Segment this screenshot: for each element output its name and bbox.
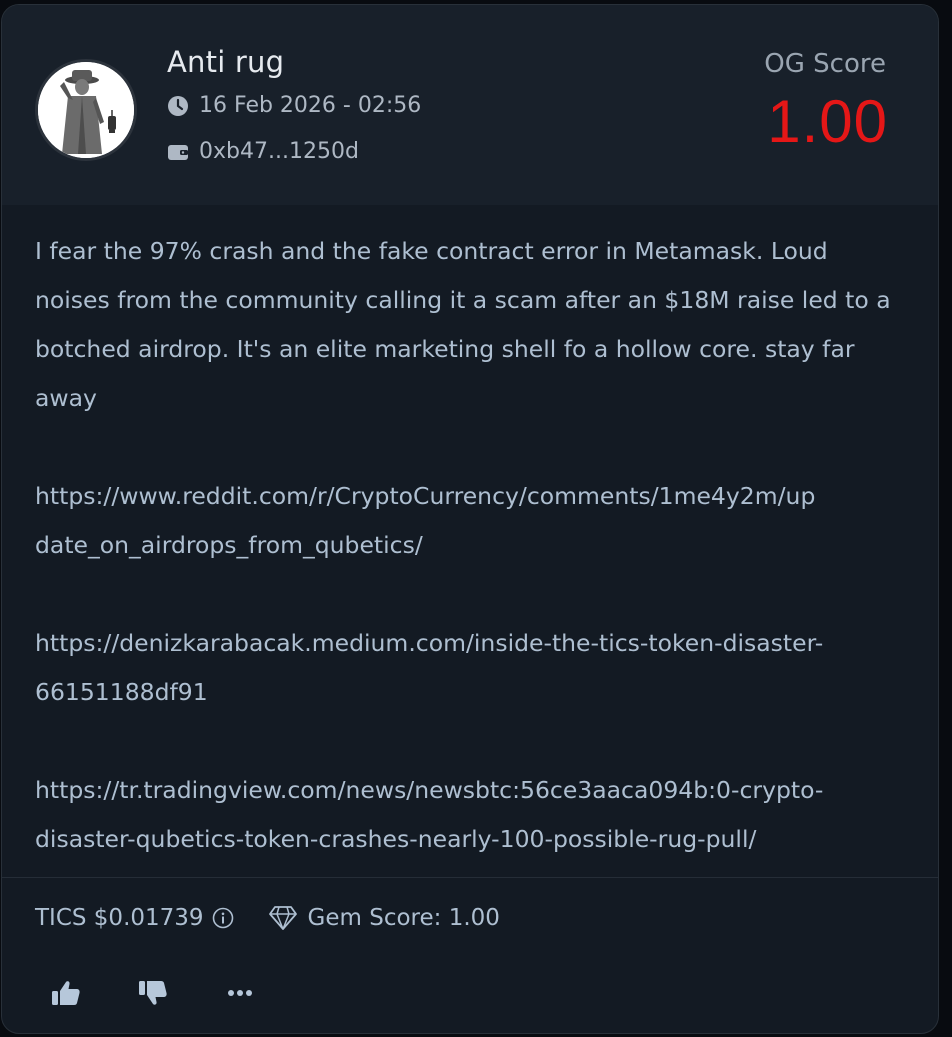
dislike-button[interactable] [137,977,169,1009]
post-paragraph: I fear the 97% crash and the fake contra… [35,237,891,412]
link-reddit-line1[interactable]: https://www.reddit.com/r/CryptoCurrency/… [35,482,815,510]
gem-icon [268,905,298,931]
clock-icon [167,95,189,117]
post-date-row: 16 Feb 2026 - 02:56 [167,93,421,118]
og-score-label: OG Score [764,49,886,79]
link-tradingview-line2[interactable]: disaster-qubetics-token-crashes-nearly-1… [35,825,756,853]
post-header: Anti rug 16 Feb 2026 - 02:56 0xb47...125… [2,5,938,205]
avatar-figure-icon [38,62,134,158]
wallet-row: 0xb47...1250d [167,139,359,164]
post-body: I fear the 97% crash and the fake contra… [35,227,905,864]
link-medium[interactable]: https://denizkarabacak.medium.com/inside… [35,619,905,717]
link-reddit-line2[interactable]: date_on_airdrops_from_qubetics/ [35,531,423,559]
more-button[interactable] [224,977,256,1009]
post-date: 16 Feb 2026 - 02:56 [199,93,422,118]
avatar[interactable] [35,59,137,161]
thumbs-down-icon [139,981,167,1005]
og-score-value: 1.00 [767,88,888,155]
link-medium-line1[interactable]: https://denizkarabacak.medium.com/inside… [35,629,823,657]
author-name[interactable]: Anti rug [167,45,284,79]
link-reddit[interactable]: https://www.reddit.com/r/CryptoCurrency/… [35,472,905,570]
link-tradingview[interactable]: https://tr.tradingview.com/news/newsbtc:… [35,766,905,864]
post-actions [50,977,311,1009]
wallet-address[interactable]: 0xb47...1250d [199,139,359,164]
wallet-icon [167,141,189,163]
post-card: Anti rug 16 Feb 2026 - 02:56 0xb47...125… [1,4,939,1034]
more-icon [228,990,252,996]
token-info-row: TICS $0.01739 Gem Score: 1.00 [35,898,500,938]
like-button[interactable] [50,977,82,1009]
link-tradingview-line1[interactable]: https://tr.tradingview.com/news/newsbtc:… [35,776,823,804]
link-medium-line2[interactable]: 66151188df91 [35,678,208,706]
token-price[interactable]: TICS $0.01739 [35,905,204,931]
footer-divider [2,877,938,878]
info-icon[interactable] [212,907,234,929]
thumbs-up-icon [52,981,80,1005]
gem-score: Gem Score: 1.00 [307,905,500,931]
